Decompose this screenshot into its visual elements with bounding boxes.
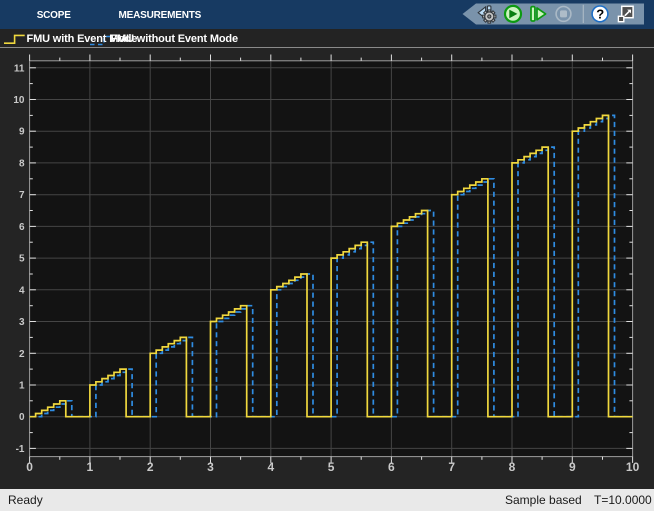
svg-text:8: 8 — [19, 158, 25, 169]
svg-text:10: 10 — [13, 95, 25, 106]
svg-text:-1: -1 — [16, 444, 25, 455]
svg-text:4: 4 — [267, 460, 274, 474]
svg-text:2: 2 — [147, 460, 154, 474]
svg-text:3: 3 — [207, 460, 214, 474]
svg-text:5: 5 — [328, 460, 335, 474]
svg-text:5: 5 — [19, 254, 25, 265]
svg-text:11: 11 — [14, 63, 25, 74]
svg-text:1: 1 — [19, 381, 25, 392]
svg-text:3: 3 — [19, 317, 25, 328]
svg-text:9: 9 — [569, 460, 576, 474]
svg-text:9: 9 — [19, 127, 25, 138]
svg-text:10: 10 — [626, 460, 640, 474]
svg-text:1: 1 — [87, 460, 94, 474]
svg-text:7: 7 — [448, 460, 455, 474]
svg-text:6: 6 — [388, 460, 395, 474]
svg-text:0: 0 — [26, 460, 33, 474]
svg-text:8: 8 — [509, 460, 516, 474]
svg-text:?: ? — [596, 7, 604, 22]
svg-text:4: 4 — [19, 285, 25, 296]
svg-text:0: 0 — [19, 412, 25, 423]
svg-text:6: 6 — [19, 222, 25, 233]
svg-text:7: 7 — [19, 190, 25, 201]
svg-text:2: 2 — [19, 349, 25, 360]
